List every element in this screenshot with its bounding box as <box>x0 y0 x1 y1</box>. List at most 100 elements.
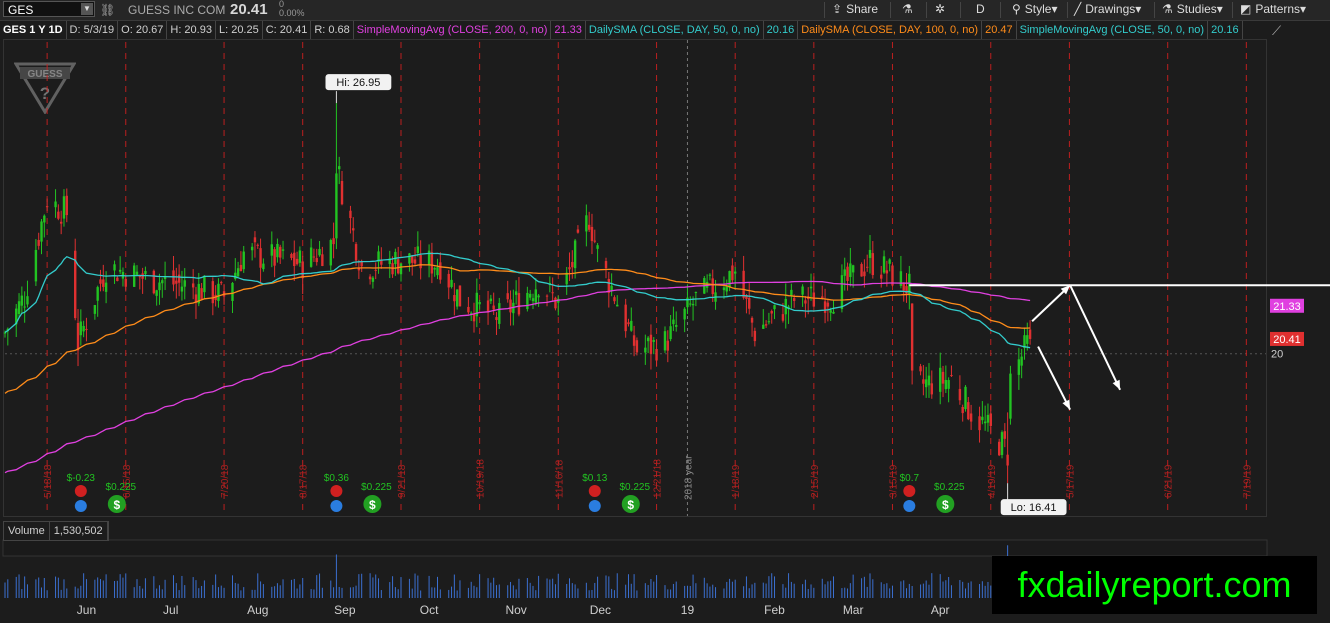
candle-body <box>683 308 686 320</box>
year-divider-label: 2018 year <box>683 455 694 500</box>
candle-body <box>144 270 147 274</box>
candle-body <box>293 252 296 266</box>
candle-body <box>545 295 549 297</box>
candle-body <box>812 292 816 307</box>
price-chart[interactable]: 205/18/18 6/15/18 7/20/18 8/17/18 9/21/18 10/… <box>0 0 1330 623</box>
candle-body <box>492 305 495 310</box>
candle-body <box>413 259 417 264</box>
candle-body <box>576 229 580 233</box>
candle-body <box>368 276 372 280</box>
candle-body <box>239 264 243 272</box>
candle-body <box>104 282 108 292</box>
candle-body <box>958 388 962 401</box>
dividend-label: $0.225 <box>934 482 965 493</box>
candle-body <box>217 283 220 301</box>
candle-body <box>439 262 442 280</box>
candle-body <box>865 266 869 268</box>
candle-body <box>708 274 712 276</box>
candle-body <box>220 282 223 284</box>
candle-body <box>290 254 293 258</box>
candle-body <box>997 441 1001 456</box>
candle-body <box>273 249 276 266</box>
candle-body <box>596 245 599 249</box>
candle-body <box>826 302 830 307</box>
candle-body <box>236 268 240 277</box>
candle-body <box>79 321 83 336</box>
candle-body <box>495 317 498 321</box>
candle-body <box>399 263 403 275</box>
candle-body <box>846 266 849 281</box>
candle-body <box>40 221 43 242</box>
candle-body <box>750 317 754 323</box>
x-tick-label: Jun <box>77 603 96 617</box>
candle-body <box>321 254 324 267</box>
candle-body <box>534 289 537 303</box>
candle-body <box>554 297 557 309</box>
candle-body <box>295 258 299 265</box>
candle-body <box>832 311 835 314</box>
candle-body <box>371 277 375 282</box>
candle-body <box>113 264 116 271</box>
candle-body <box>20 295 24 306</box>
candle-body <box>135 271 139 275</box>
candle-body <box>447 273 450 288</box>
candle-body <box>734 271 737 274</box>
candle-body <box>349 210 352 219</box>
candle-body <box>396 259 400 274</box>
candle-body <box>253 237 257 243</box>
candle-body <box>632 335 636 346</box>
candle-body <box>455 289 459 307</box>
candle-body <box>585 215 588 232</box>
candle-body <box>486 300 490 313</box>
candle-body <box>99 279 102 284</box>
candle-body <box>17 301 21 315</box>
candle-body <box>470 312 473 314</box>
candle-body <box>649 334 653 354</box>
x-tick-label: Oct <box>420 603 439 617</box>
x-tick-label: Nov <box>505 603 526 617</box>
candle-body <box>860 264 863 277</box>
candle-body <box>801 286 804 295</box>
candle-body <box>790 289 793 296</box>
candle-body <box>728 271 731 288</box>
candle-body <box>868 249 872 258</box>
info-icon <box>588 500 601 512</box>
candle-body <box>124 279 127 287</box>
x-tick-label: Apr <box>931 603 950 617</box>
candle-body <box>458 285 462 307</box>
candle-body <box>62 196 66 219</box>
candle-body <box>65 195 68 216</box>
candle-body <box>983 421 987 424</box>
candle-body <box>616 304 619 307</box>
candle-body <box>624 304 627 332</box>
candle-body <box>773 305 776 310</box>
candle-body <box>509 299 512 313</box>
candle-body <box>489 298 493 302</box>
candle-body <box>478 302 481 305</box>
candle-body <box>770 311 773 314</box>
expiration-label: 11/16/18 <box>554 459 565 498</box>
candle-body <box>242 251 245 270</box>
candle-body <box>927 375 931 386</box>
info-icon <box>903 500 916 512</box>
candle-body <box>978 416 981 431</box>
earnings-icon <box>74 485 87 497</box>
candle-body <box>840 275 844 310</box>
x-tick-label: Dec <box>590 603 611 617</box>
volume-legend: Volume 1,530,502 <box>3 521 109 541</box>
candle-body <box>871 253 875 276</box>
candle-body <box>26 296 29 305</box>
candle-body <box>152 270 156 294</box>
candle-body <box>981 416 984 421</box>
candle-body <box>430 252 434 274</box>
candle-body <box>537 295 540 298</box>
candle-body <box>843 269 846 276</box>
earnings-icon <box>330 485 343 497</box>
candle-body <box>731 265 734 281</box>
candle-body <box>116 277 119 282</box>
candle-body <box>200 288 203 300</box>
candle-body <box>964 386 967 410</box>
candle-body <box>655 348 658 361</box>
candle-body <box>433 268 436 270</box>
volume-panel <box>2 539 1268 557</box>
